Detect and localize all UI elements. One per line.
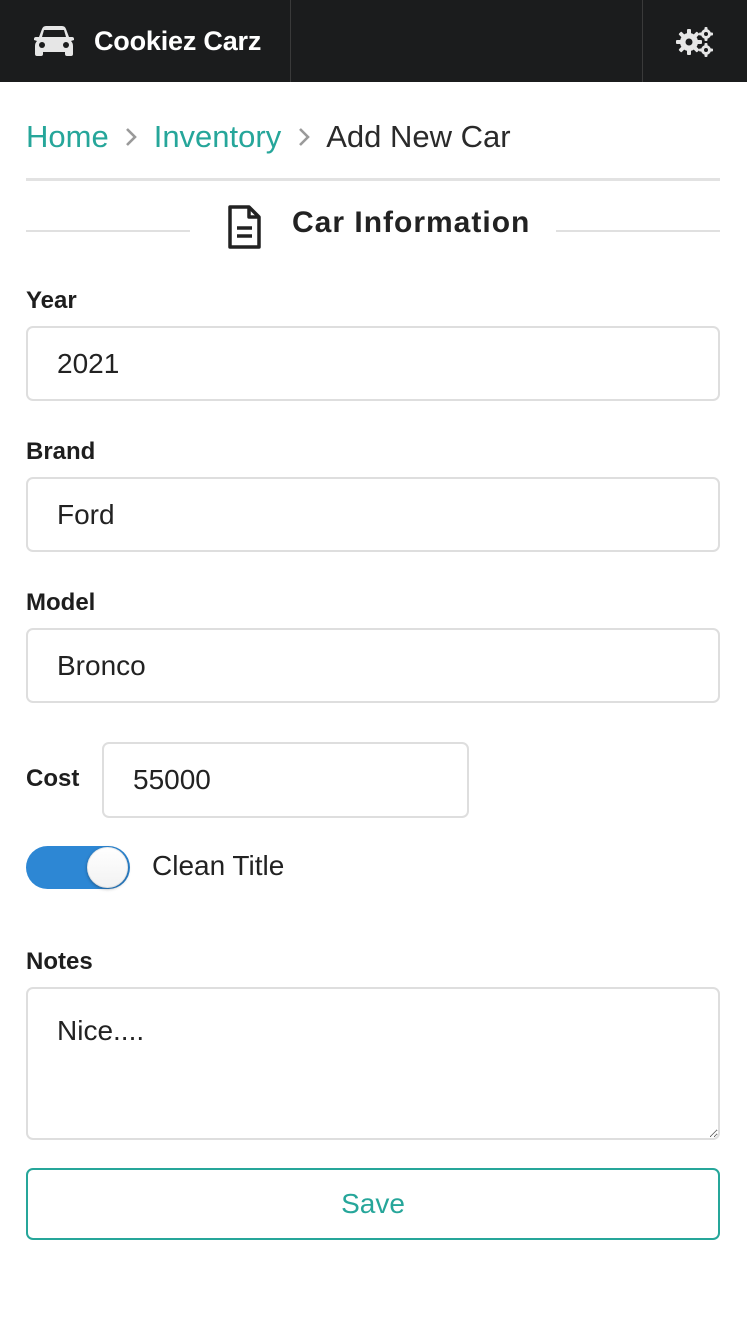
brand-input[interactable] bbox=[26, 477, 720, 552]
breadcrumb-inventory[interactable]: Inventory bbox=[154, 119, 282, 155]
breadcrumb-home[interactable]: Home bbox=[26, 119, 109, 155]
chevron-right-icon bbox=[281, 122, 326, 152]
navbar-spacer bbox=[291, 0, 642, 82]
cost-label: Cost bbox=[26, 765, 80, 792]
brand-home-link[interactable]: Cookiez Carz bbox=[0, 0, 291, 82]
notes-label: Notes bbox=[26, 948, 93, 975]
year-input[interactable] bbox=[26, 326, 720, 401]
model-input[interactable] bbox=[26, 628, 720, 703]
chevron-right-icon bbox=[109, 122, 154, 152]
cost-input[interactable] bbox=[102, 742, 469, 818]
settings-button[interactable] bbox=[642, 0, 747, 82]
section-divider-left bbox=[26, 230, 190, 232]
clean-title-toggle[interactable] bbox=[26, 846, 130, 889]
top-navbar: Cookiez Carz bbox=[0, 0, 747, 82]
save-button[interactable]: Save bbox=[26, 1168, 720, 1240]
model-label: Model bbox=[26, 589, 96, 616]
brand-label: Brand bbox=[26, 438, 96, 465]
section-divider-right bbox=[556, 230, 720, 232]
car-icon bbox=[34, 26, 74, 56]
clean-title-label: Clean Title bbox=[152, 850, 285, 881]
notes-textarea[interactable]: Nice.... bbox=[26, 987, 720, 1140]
breadcrumb-current: Add New Car bbox=[326, 119, 511, 154]
section-header: Car Information bbox=[26, 200, 720, 260]
year-label: Year bbox=[26, 287, 77, 314]
document-icon bbox=[228, 205, 261, 249]
app-title: Cookiez Carz bbox=[94, 25, 262, 56]
section-title: Car Information bbox=[292, 206, 531, 239]
gears-icon bbox=[676, 27, 713, 57]
breadcrumb: Home Inventory Add New Car bbox=[26, 112, 511, 162]
divider bbox=[26, 178, 720, 181]
toggle-knob bbox=[87, 847, 128, 888]
